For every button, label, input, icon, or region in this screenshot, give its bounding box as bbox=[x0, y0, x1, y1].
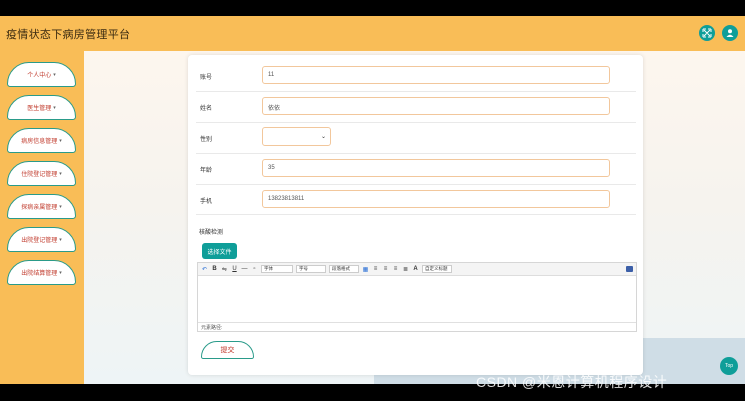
editor-toolbar: ↶ B ⇋ U — ▫ 字体 字号 段落格式 ▦ ≡ ≡ ≡ ≣ A 自定义标题 bbox=[198, 263, 636, 276]
sidebar-item-admission[interactable]: 住院登记管理 ▾ bbox=[7, 161, 76, 186]
sidebar-item-visitors[interactable]: 探病亲属管理 ▾ bbox=[7, 194, 76, 219]
form-card: 账号 11 姓名 依依 性别 ⌄ 年龄 35 手机 13823813811 核酸… bbox=[188, 55, 643, 375]
sidebar-item-label: 出院登记管理 bbox=[21, 238, 58, 244]
gender-label: 性别 bbox=[200, 137, 213, 143]
expand-icon bbox=[702, 28, 712, 38]
nucleic-test-label: 核酸检测 bbox=[199, 230, 224, 236]
top-black-bar bbox=[0, 0, 745, 16]
sidebar-item-personal-center[interactable]: 个人中心 ▾ bbox=[7, 62, 76, 87]
table-icon[interactable]: ▦ bbox=[362, 266, 369, 273]
name-label: 姓名 bbox=[200, 106, 213, 112]
bold-icon[interactable]: B bbox=[211, 266, 218, 273]
horizontal-rule-icon[interactable]: — bbox=[241, 266, 248, 273]
sidebar-item-settlement[interactable]: 出院结算管理 ▾ bbox=[7, 260, 76, 285]
user-icon bbox=[726, 29, 734, 37]
underline-icon[interactable]: U bbox=[231, 266, 238, 273]
app-header: 疫情状态下病房管理平台 bbox=[0, 16, 745, 51]
element-path: 元素路径: bbox=[198, 322, 636, 331]
watermark: CSDN @米恩计算机程序设计 bbox=[476, 374, 668, 390]
sidebar-item-label: 个人中心 bbox=[27, 73, 52, 79]
account-input[interactable]: 11 bbox=[262, 66, 610, 84]
chevron-down-icon: ▾ bbox=[59, 236, 62, 243]
form-row-account: 账号 11 bbox=[196, 61, 636, 92]
format-icon[interactable]: ▫ bbox=[251, 266, 258, 273]
sidebar-item-ward-info[interactable]: 病房信息管理 ▾ bbox=[7, 128, 76, 153]
chevron-down-icon: ▾ bbox=[53, 104, 56, 111]
align-right-icon[interactable]: ≡ bbox=[392, 266, 399, 273]
chevron-down-icon: ⌄ bbox=[320, 134, 326, 140]
align-center-icon[interactable]: ≡ bbox=[382, 266, 389, 273]
back-to-top-button[interactable]: Top bbox=[720, 357, 738, 375]
undo-icon[interactable]: ↶ bbox=[201, 266, 208, 273]
age-input[interactable]: 35 bbox=[262, 159, 610, 177]
chevron-down-icon: ▾ bbox=[59, 137, 62, 144]
chevron-down-icon: ▾ bbox=[53, 71, 56, 78]
account-label: 账号 bbox=[200, 75, 213, 81]
sidebar-item-label: 医生管理 bbox=[27, 106, 52, 112]
form-row-name: 姓名 依依 bbox=[196, 92, 636, 123]
rich-text-editor: ↶ B ⇋ U — ▫ 字体 字号 段落格式 ▦ ≡ ≡ ≡ ≣ A 自定义标题… bbox=[197, 262, 637, 332]
phone-label: 手机 bbox=[200, 199, 213, 205]
font-family-dropdown[interactable]: 字体 bbox=[261, 265, 293, 273]
user-button[interactable] bbox=[722, 25, 738, 41]
sidebar-item-label: 病房信息管理 bbox=[21, 139, 58, 145]
app-title: 疫情状态下病房管理平台 bbox=[6, 29, 131, 41]
main-content: 账号 11 姓名 依依 性别 ⌄ 年龄 35 手机 13823813811 核酸… bbox=[84, 51, 745, 384]
choose-file-button[interactable]: 选择文件 bbox=[202, 243, 237, 259]
justify-icon[interactable]: ≣ bbox=[402, 266, 409, 273]
submit-button[interactable]: 提交 bbox=[201, 341, 254, 359]
align-left-icon[interactable]: ≡ bbox=[372, 266, 379, 273]
sidebar-item-label: 探病亲属管理 bbox=[21, 205, 58, 211]
font-size-dropdown[interactable]: 字号 bbox=[296, 265, 326, 273]
name-input[interactable]: 依依 bbox=[262, 97, 610, 115]
font-color-icon[interactable]: A bbox=[412, 266, 419, 273]
sidebar: 个人中心 ▾ 医生管理 ▾ 病房信息管理 ▾ 住院登记管理 ▾ 探病亲属管理 ▾ 出院登记… bbox=[0, 51, 84, 384]
form-row-age: 年龄 35 bbox=[196, 154, 636, 185]
form-row-gender: 性别 ⌄ bbox=[196, 123, 636, 154]
sidebar-item-discharge[interactable]: 出院登记管理 ▾ bbox=[7, 227, 76, 252]
sidebar-item-doctors[interactable]: 医生管理 ▾ bbox=[7, 95, 76, 120]
form-row-phone: 手机 13823813811 bbox=[196, 185, 636, 215]
sidebar-item-label: 出院结算管理 bbox=[21, 271, 58, 277]
link-icon[interactable]: ⇋ bbox=[221, 266, 228, 273]
paragraph-dropdown[interactable]: 段落格式 bbox=[329, 265, 359, 273]
chevron-down-icon: ▾ bbox=[59, 170, 62, 177]
custom-title-dropdown[interactable]: 自定义标题 bbox=[422, 265, 452, 273]
chevron-down-icon: ▾ bbox=[59, 269, 62, 276]
age-label: 年龄 bbox=[200, 168, 213, 174]
phone-input[interactable]: 13823813811 bbox=[262, 190, 610, 208]
chevron-down-icon: ▾ bbox=[59, 203, 62, 210]
editor-fullscreen-icon[interactable] bbox=[626, 266, 633, 272]
gender-select[interactable]: ⌄ bbox=[262, 127, 331, 146]
fullscreen-button[interactable] bbox=[699, 25, 715, 41]
sidebar-item-label: 住院登记管理 bbox=[21, 172, 58, 178]
